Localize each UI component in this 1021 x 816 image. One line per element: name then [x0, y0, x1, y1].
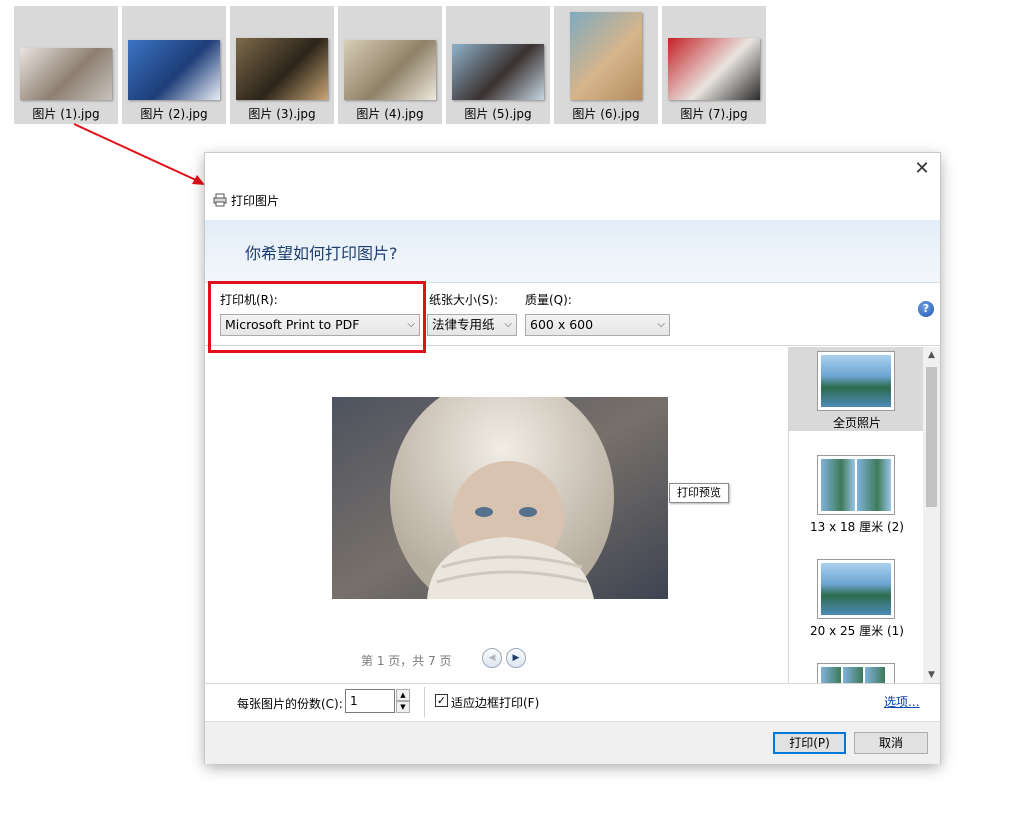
print-preview-tooltip: 打印预览 — [669, 483, 729, 503]
print-button[interactable]: 打印(P) — [773, 732, 846, 754]
prev-page-button[interactable]: ◀ — [482, 648, 502, 668]
printer-icon — [213, 193, 227, 207]
quality-value: 600 x 600 — [530, 317, 594, 332]
thumbnail-label: 图片 (4).jpg — [356, 107, 424, 121]
paper-size-select[interactable]: 法律专用纸 ⌵ — [427, 314, 517, 336]
layout-thumbnail — [817, 455, 895, 515]
thumbnail-image — [668, 38, 760, 100]
help-icon[interactable]: ? — [918, 301, 934, 317]
fit-frame-label: 适应边框打印(F) — [451, 696, 540, 710]
layout-scrollbar[interactable]: ▲ ▼ — [923, 347, 940, 683]
dialog-titlebar: 打印图片 — [213, 191, 279, 209]
copies-label: 每张图片的份数(C): — [237, 697, 343, 711]
thumbnail-label: 图片 (6).jpg — [572, 107, 640, 121]
thumbnail-image — [128, 40, 220, 100]
thumbnail-label: 图片 (2).jpg — [140, 107, 208, 121]
thumbnail-item[interactable]: 图片 (6).jpg — [554, 6, 658, 124]
close-icon[interactable]: ✕ — [912, 159, 932, 179]
scroll-down-button[interactable]: ▼ — [923, 667, 940, 683]
paper-size-value: 法律专用纸 — [432, 317, 495, 332]
scroll-up-button[interactable]: ▲ — [923, 347, 940, 363]
thumbnail-label: 图片 (7).jpg — [680, 107, 748, 121]
thumbnail-item[interactable]: 图片 (1).jpg — [14, 6, 118, 124]
layout-item-13x18[interactable]: 13 x 18 厘米 (2) — [789, 451, 925, 535]
layout-item-more[interactable] — [789, 659, 925, 683]
spin-up-button[interactable]: ▲ — [396, 689, 410, 701]
button-bar: 打印(P) 取消 — [205, 721, 940, 764]
layout-list: 全页照片 13 x 18 厘米 (2) 20 x 25 厘米 (1) — [788, 347, 941, 683]
next-page-button[interactable]: ▶ — [506, 648, 526, 668]
divider — [424, 687, 425, 717]
copies-input[interactable]: 1 — [345, 689, 395, 713]
fit-frame-checkbox[interactable]: ✓ — [435, 694, 448, 707]
page-info: 第 1 页，共 7 页 — [361, 654, 452, 668]
thumbnail-image — [344, 40, 436, 100]
layout-label: 13 x 18 厘米 (2) — [810, 520, 904, 534]
thumbnail-item[interactable]: 图片 (5).jpg — [446, 6, 550, 124]
chevron-down-icon: ⌵ — [504, 319, 512, 330]
printer-highlight-box — [208, 281, 426, 353]
layout-label: 20 x 25 厘米 (1) — [810, 624, 904, 638]
print-pictures-dialog: ✕ 打印图片 你希望如何打印图片? 打印机(R): Microsoft Prin… — [205, 153, 941, 764]
paper-size-label: 纸张大小(S): — [429, 293, 499, 307]
layout-thumbnail — [817, 351, 895, 411]
layout-thumbnail — [817, 559, 895, 619]
layout-thumbnail — [817, 663, 895, 683]
scroll-thumb[interactable] — [926, 367, 937, 507]
copies-row: 每张图片的份数(C): — [205, 683, 940, 722]
thumbnail-item[interactable]: 图片 (2).jpg — [122, 6, 226, 124]
layout-item-20x25[interactable]: 20 x 25 厘米 (1) — [789, 555, 925, 639]
options-link[interactable]: 选项... — [884, 693, 919, 710]
thumbnail-label: 图片 (5).jpg — [464, 107, 532, 121]
preview-photo — [332, 397, 668, 599]
layout-item-full-page[interactable]: 全页照片 — [789, 347, 925, 431]
thumbnail-label: 图片 (1).jpg — [32, 107, 100, 121]
cancel-button[interactable]: 取消 — [854, 732, 928, 754]
spin-down-button[interactable]: ▼ — [396, 701, 410, 713]
thumbnail-item[interactable]: 图片 (4).jpg — [338, 6, 442, 124]
banner-question: 你希望如何打印图片? — [245, 244, 398, 263]
quality-select[interactable]: 600 x 600 ⌵ — [525, 314, 670, 336]
thumbnail-image — [20, 48, 112, 100]
copies-stepper[interactable]: ▲ ▼ — [396, 689, 410, 713]
thumbnail-label: 图片 (3).jpg — [248, 107, 316, 121]
thumbnail-item[interactable]: 图片 (3).jpg — [230, 6, 334, 124]
thumbnail-image — [452, 44, 544, 100]
chevron-down-icon: ⌵ — [657, 319, 665, 330]
layout-label: 全页照片 — [832, 416, 881, 430]
thumbnail-image — [236, 38, 328, 100]
thumbnail-item[interactable]: 图片 (7).jpg — [662, 6, 766, 124]
question-banner: 你希望如何打印图片? — [205, 220, 940, 283]
print-preview-area: 打印预览 第 1 页，共 7 页 ◀ ▶ — [205, 347, 788, 683]
thumbnail-image — [570, 12, 642, 100]
quality-label: 质量(Q): — [525, 293, 572, 307]
dialog-title: 打印图片 — [231, 193, 280, 208]
